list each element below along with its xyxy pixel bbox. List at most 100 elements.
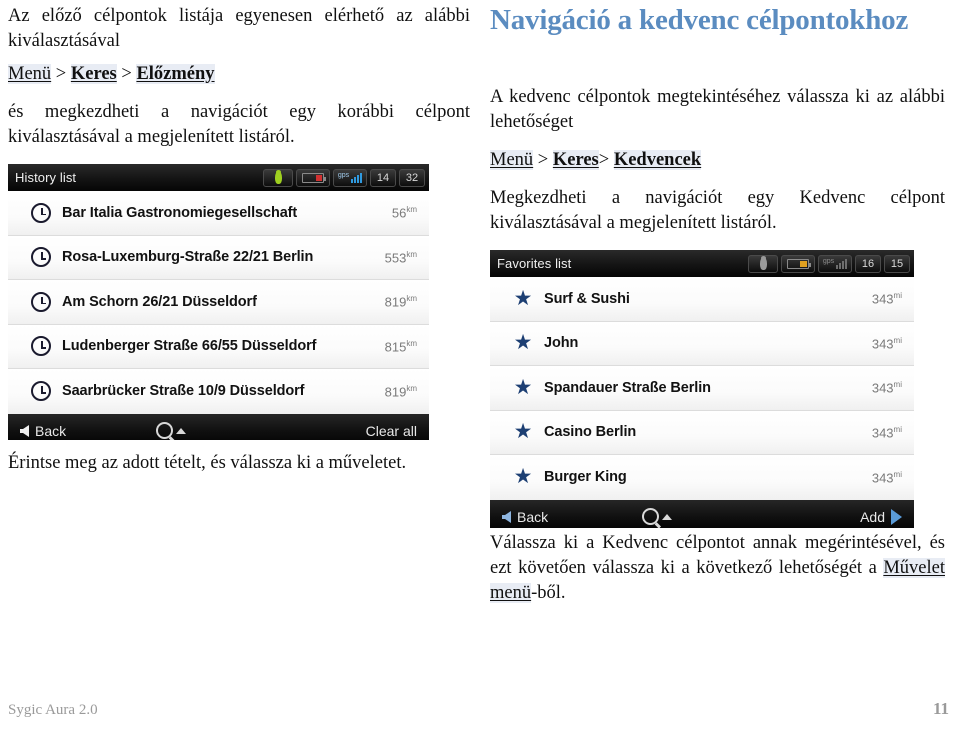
history-item-distance: 819km xyxy=(384,294,417,310)
history-toolbar: Back Clear all xyxy=(8,413,429,440)
favorites-status-bar: Favorites list gps 16 15 xyxy=(490,250,914,277)
favorite-item-label: Casino Berlin xyxy=(544,424,637,441)
below-device-text-start: Válassza ki a Kedvenc célpontot annak me… xyxy=(490,533,945,578)
menu-path-item-menu[interactable]: Menü xyxy=(490,150,534,170)
left-after-path-paragraph: és megkezdheti a navigációt egy korábbi … xyxy=(8,102,470,147)
history-status-value-1: 14 xyxy=(370,168,396,187)
clear-all-label: Clear all xyxy=(365,422,417,439)
clock-icon xyxy=(20,336,62,357)
history-item-label: Am Schorn 26/21 Düsseldorf xyxy=(62,293,257,310)
favorite-item-distance: 343mi xyxy=(871,380,902,396)
right-menu-path: Menü > Keres> Kedvencek xyxy=(490,148,702,173)
menu-path-item-keres[interactable]: Keres xyxy=(70,64,117,84)
history-item-label: Rosa-Luxemburg-Straße 22/21 Berlin xyxy=(62,249,314,266)
arrow-left-icon xyxy=(20,424,29,437)
chevron-up-icon xyxy=(175,427,186,434)
table-row[interactable]: Rosa-Luxemburg-Straße 22/21 Berlin 553km xyxy=(8,235,429,280)
table-row[interactable]: ★ Spandauer Straße Berlin 343mi xyxy=(490,366,914,411)
history-status-value-2: 32 xyxy=(399,168,425,187)
magnifier-icon xyxy=(642,508,660,525)
star-icon: ★ xyxy=(513,286,533,310)
right-intro-paragraph: A kedvenc célpontok megtekintéséhez vála… xyxy=(490,87,945,132)
star-icon: ★ xyxy=(513,420,533,444)
favorite-item-label: Burger King xyxy=(544,469,627,486)
chevron-right-icon xyxy=(891,508,902,525)
table-row[interactable]: Ludenberger Straße 66/55 Düsseldorf 815k… xyxy=(8,324,429,369)
search-button[interactable] xyxy=(155,422,186,439)
table-row[interactable]: ★ Surf & Sushi 343mi xyxy=(490,277,914,322)
history-item-label: Ludenberger Straße 66/55 Düsseldorf xyxy=(62,338,317,355)
footer-page-number: 11 xyxy=(932,699,949,718)
add-button[interactable]: Add xyxy=(860,508,902,525)
table-row[interactable]: ★ John 343mi xyxy=(490,321,914,366)
clock-icon xyxy=(20,381,62,402)
battery-icon xyxy=(781,254,815,273)
history-item-distance: 815km xyxy=(384,338,417,354)
table-row[interactable]: Am Schorn 26/21 Düsseldorf 819km xyxy=(8,280,429,325)
menu-path-item-keres[interactable]: Keres xyxy=(552,150,599,170)
clear-all-button[interactable]: Clear all xyxy=(366,423,417,439)
battery-icon xyxy=(296,168,330,187)
history-item-distance: 553km xyxy=(384,249,417,265)
table-row[interactable]: Bar Italia Gastronomiegesellschaft 56km xyxy=(8,191,429,236)
left-below-device-paragraph: Érintse meg az adott tételt, és válassza… xyxy=(8,453,407,473)
back-button-label: Back xyxy=(517,508,549,525)
back-button[interactable]: Back xyxy=(502,509,548,525)
favorites-list-device-screenshot: Favorites list gps 16 15 ★ Surf & Sushi … xyxy=(490,250,914,528)
footer-product-name: Sygic Aura 2.0 xyxy=(8,702,98,718)
menu-path-separator-2: > xyxy=(598,150,614,170)
table-row[interactable]: Saarbrücker Straße 10/9 Düsseldorf 819km xyxy=(8,369,429,414)
menu-path-separator-2: > xyxy=(116,64,137,84)
menu-path-item-kedvencek[interactable]: Kedvencek xyxy=(613,150,702,170)
favorites-screen-title: Favorites list xyxy=(497,256,572,271)
clock-icon xyxy=(20,291,62,312)
favorites-status-value-2: 15 xyxy=(884,254,910,273)
clock-icon xyxy=(20,247,62,268)
table-row[interactable]: ★ Burger King 343mi xyxy=(490,455,914,500)
left-column: Az előző célpontok listája egyenesen elé… xyxy=(8,0,472,731)
gps-signal-icon: gps xyxy=(333,168,367,187)
page-title: Navigáció a kedvenc célpontokhoz xyxy=(490,4,909,36)
right-column: Navigáció a kedvenc célpontokhoz A kedve… xyxy=(486,0,952,731)
left-intro-paragraph: Az előző célpontok listája egyenesen elé… xyxy=(8,6,470,51)
page-footer: Sygic Aura 2.0 11 xyxy=(8,699,949,719)
right-below-device-paragraph: Válassza ki a Kedvenc célpontot annak me… xyxy=(490,531,945,606)
add-button-label: Add xyxy=(860,508,885,525)
gps-signal-icon: gps xyxy=(818,254,852,273)
favorites-list: ★ Surf & Sushi 343mi ★ John 343mi ★ Span… xyxy=(490,277,914,500)
favorite-item-label: Spandauer Straße Berlin xyxy=(544,379,711,396)
magnifier-icon xyxy=(155,422,173,439)
favorites-toolbar: Back Add xyxy=(490,499,914,528)
favorite-item-distance: 343mi xyxy=(871,469,902,485)
person-icon xyxy=(263,168,293,187)
favorite-item-label: John xyxy=(544,335,579,352)
below-device-text-end: -ből. xyxy=(531,583,566,603)
favorites-status-icons: gps 16 15 xyxy=(748,254,910,273)
history-list-device-screenshot: History list gps 14 32 Bar Italia Gastro… xyxy=(8,164,429,440)
menu-path-separator-1: > xyxy=(533,150,553,170)
favorite-item-label: Surf & Sushi xyxy=(544,290,630,307)
person-icon xyxy=(748,254,778,273)
favorite-item-distance: 343mi xyxy=(871,424,902,440)
history-item-distance: 56km xyxy=(391,205,417,221)
arrow-left-icon xyxy=(502,510,511,523)
star-icon: ★ xyxy=(513,465,533,489)
history-item-distance: 819km xyxy=(384,383,417,399)
history-list: Bar Italia Gastronomiegesellschaft 56km … xyxy=(8,191,429,414)
menu-path-separator-1: > xyxy=(51,64,71,84)
menu-path-item-elozmeny[interactable]: Előzmény xyxy=(136,64,215,84)
menu-path-item-menu[interactable]: Menü xyxy=(8,64,52,84)
table-row[interactable]: ★ Casino Berlin 343mi xyxy=(490,410,914,455)
history-status-bar: History list gps 14 32 xyxy=(8,164,429,191)
search-button[interactable] xyxy=(642,508,673,525)
star-icon: ★ xyxy=(513,375,533,399)
star-icon: ★ xyxy=(513,331,533,355)
history-status-icons: gps 14 32 xyxy=(263,168,425,187)
back-button[interactable]: Back xyxy=(20,423,66,439)
history-screen-title: History list xyxy=(15,170,77,185)
history-item-label: Saarbrücker Straße 10/9 Düsseldorf xyxy=(62,383,305,400)
back-button-label: Back xyxy=(35,422,67,439)
right-after-path-paragraph: Megkezdheti a navigációt egy Kedvenc cél… xyxy=(490,188,945,233)
favorites-status-value-1: 16 xyxy=(855,254,881,273)
clock-icon xyxy=(20,202,62,223)
